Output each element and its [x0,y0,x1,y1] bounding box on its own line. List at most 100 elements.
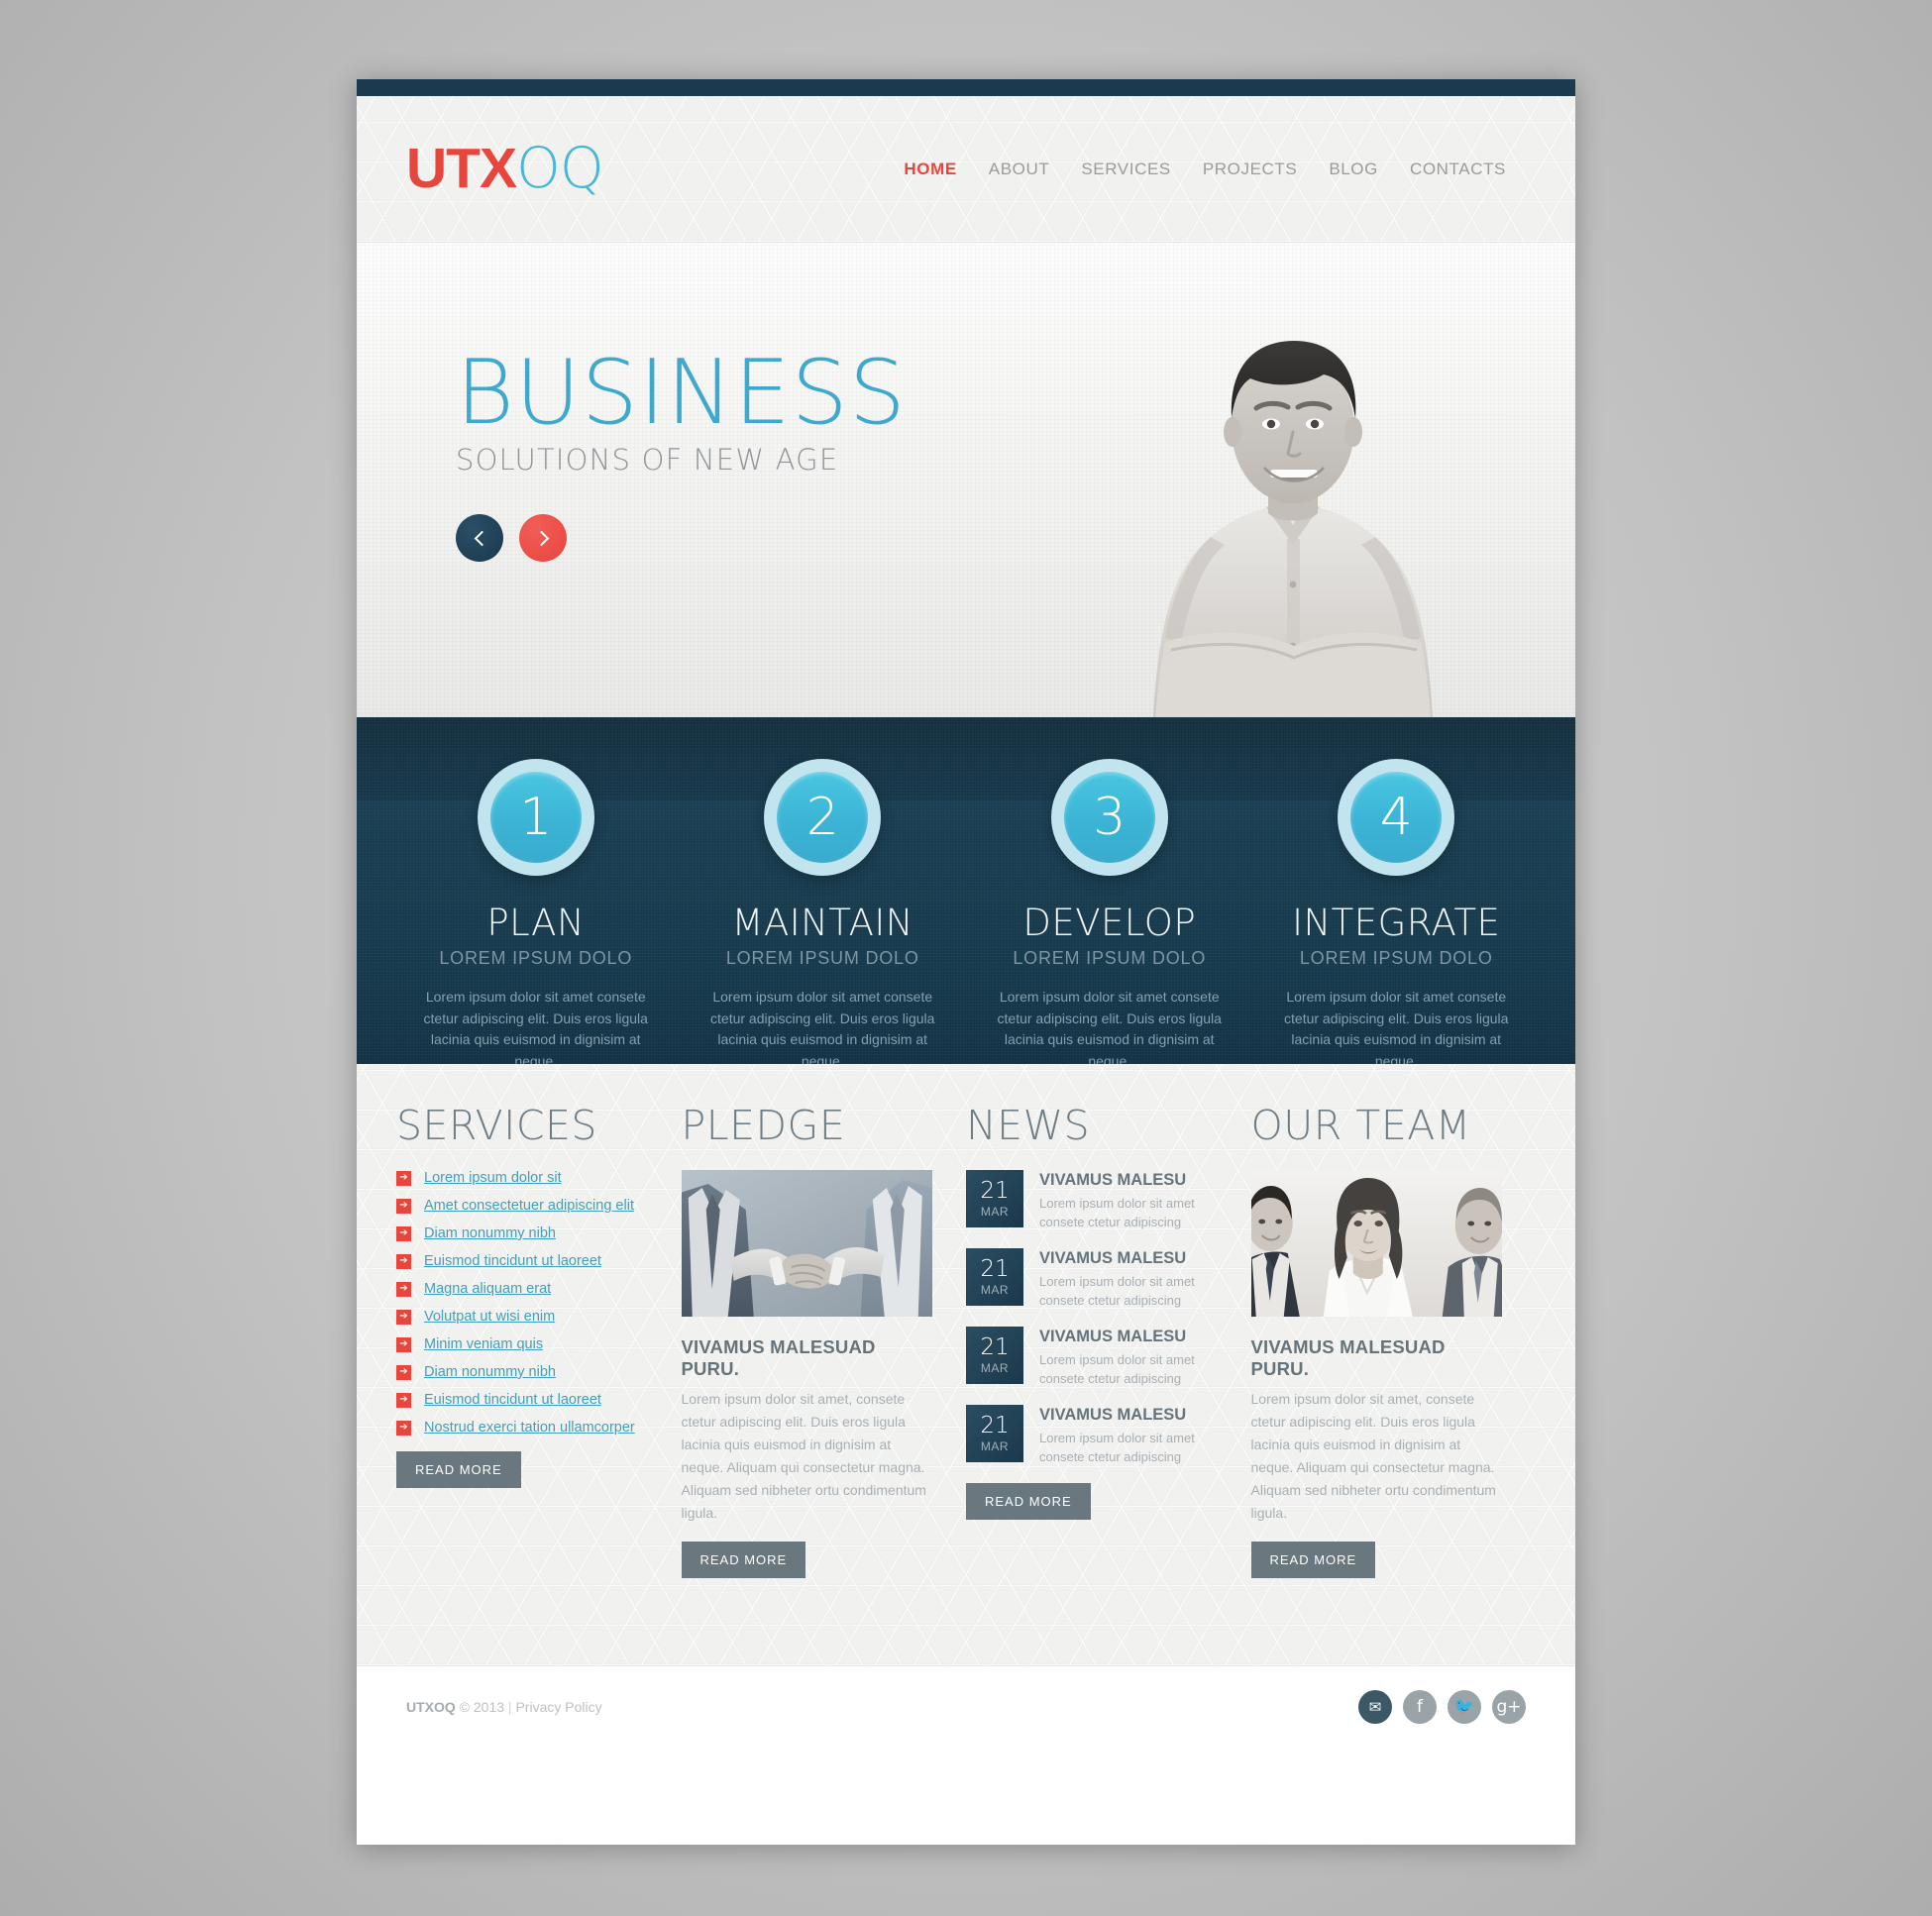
news-date-badge: 21 MAR [966,1170,1023,1227]
slider-prev-button[interactable] [456,514,503,563]
news-day: 21 [980,1255,1010,1282]
nav-item-home[interactable]: HOME [888,154,972,185]
team-text: Lorem ipsum dolor sit amet, consete ctet… [1250,1391,1496,1522]
news-headline[interactable]: VIVAMUS MALESU [1039,1249,1218,1268]
service-link[interactable]: Diam nonummy nibh [424,1364,556,1380]
services-button-row: READ MORE [396,1451,648,1488]
feature-circle-1[interactable]: 1 [477,759,594,876]
service-link[interactable]: Diam nonummy nibh [424,1225,556,1241]
privacy-policy-link[interactable]: Privacy Policy [515,1699,601,1715]
feature-circle-3[interactable]: 3 [1050,759,1168,876]
service-list-item: ➔ Minim veniam quis [396,1336,648,1352]
feature-subtitle: LOREM IPSUM DOLO [1013,948,1207,968]
nav-item-about[interactable]: ABOUT [973,154,1066,185]
news-headline[interactable]: VIVAMUS MALESU [1039,1328,1218,1346]
pledge-text: Lorem ipsum dolor sit amet, consete ctet… [681,1391,926,1522]
service-link[interactable]: Lorem ipsum dolor sit [424,1170,562,1186]
news-headline[interactable]: VIVAMUS MALESU [1039,1406,1218,1425]
feature-circle-2[interactable]: 2 [764,759,882,876]
feature-text: Lorem ipsum dolor sit amet consete ctetu… [423,989,648,1064]
news-month: MAR [980,1282,1010,1297]
team-photo [1250,1170,1502,1317]
service-list-item: ➔ Magna aliquam erat [396,1281,648,1297]
pledge-read-more-button[interactable]: READ MORE [681,1541,806,1578]
arrow-right-bullet-icon: ➔ [396,1420,411,1436]
hero-copy: BUSINESS SOLUTIONS OF NEW AGE [456,348,907,563]
feature-title: MAINTAIN [731,902,913,944]
copyright: UTXOQ © 2013 | Privacy Policy [406,1699,602,1715]
news-headline[interactable]: VIVAMUS MALESU [1039,1171,1218,1190]
top-accent-bar [357,79,1575,96]
nav-item-blog[interactable]: BLOG [1313,154,1394,185]
pledge-title: PLEDGE [681,1102,846,1149]
feature-subtitle: LOREM IPSUM DOLO [439,948,633,968]
news-item: 21 MAR VIVAMUS MALESU Lorem ipsum dolor sit… [966,1170,1218,1232]
facebook-icon[interactable]: f [1403,1689,1437,1724]
news-month: MAR [980,1205,1010,1219]
service-list-item: ➔ Amet consectetuer adipiscing elit [396,1198,648,1214]
arrow-right-bullet-icon: ➔ [396,1392,411,1408]
arrow-right-bullet-icon: ➔ [396,1364,411,1380]
team-heading: VIVAMUS MALESUAD PURU. [1250,1336,1446,1379]
nav-item-projects[interactable]: PROJECTS [1187,154,1313,185]
arrow-right-bullet-icon: ➔ [396,1170,411,1186]
pledge-heading: VIVAMUS MALESUAD PURU. [681,1336,876,1379]
nav-item-services[interactable]: SERVICES [1065,154,1186,185]
nav-item-contacts[interactable]: CONTACTS [1394,154,1522,185]
feature-title: DEVELOP [1022,902,1197,944]
feature-circle-inner: 3 [1063,772,1155,863]
service-link[interactable]: Volutpat ut wisi enim [424,1309,555,1325]
service-list-item: ➔ Diam nonummy nibh [396,1364,648,1380]
service-link[interactable]: Nostrud exerci tation ullamcorper [424,1420,635,1436]
feature-title: PLAN [486,902,586,944]
feature-number: 1 [519,788,553,847]
services-read-more-button[interactable]: READ MORE [396,1451,521,1488]
logo[interactable]: UTX OQ [406,141,604,197]
feature-text: Lorem ipsum dolor sit amet consete ctetu… [1284,989,1509,1064]
arrow-right-bullet-icon: ➔ [396,1225,411,1241]
feature-circle-inner: 1 [489,772,582,863]
feature-number: 3 [1093,788,1127,847]
service-link[interactable]: Euismod tincidunt ut laoreet [424,1253,601,1269]
news-month: MAR [980,1438,1010,1453]
copyright-brand: UTXOQ [406,1698,456,1715]
service-link[interactable]: Magna aliquam erat [424,1281,551,1297]
feature-circle-4[interactable]: 4 [1338,759,1455,876]
news-body: VIVAMUS MALESU Lorem ipsum dolor sit amet… [1039,1248,1218,1311]
service-link[interactable]: Minim veniam quis [424,1336,543,1352]
site-header: UTX OQ HOME ABOUT SERVICES PROJECTS BLOG CONTA… [357,96,1575,243]
feature-subtitle: LOREM IPSUM DOLO [1299,948,1493,968]
service-link[interactable]: Euismod tincidunt ut laoreet [424,1392,601,1408]
feature-maintain: 2 MAINTAIN LOREM IPSUM DOLO Lorem ipsum dol… [680,717,967,1064]
service-list-item: ➔ Euismod tincidunt ut laoreet [396,1253,648,1269]
google-plus-icon[interactable]: g+ [1492,1689,1526,1724]
news-title: NEWS [966,1102,1091,1149]
column-pledge: PLEDGE VIVAMUS MALESUAD PURU. Lorem ipsu… [681,1102,967,1665]
service-list-item: ➔ Nostrud exerci tation ullamcorper [396,1420,648,1436]
news-read-more-button[interactable]: READ MORE [966,1482,1091,1520]
service-list-item: ➔ Lorem ipsum dolor sit [396,1170,648,1186]
feature-title: INTEGRATE [1292,902,1501,944]
service-list-item: ➔ Euismod tincidunt ut laoreet [396,1392,648,1408]
pledge-button-row: READ MORE [681,1541,933,1578]
news-item: 21 MAR VIVAMUS MALESU Lorem ipsum dolor sit… [966,1247,1218,1311]
feature-text: Lorem ipsum dolor sit amet consete ctetu… [997,989,1222,1064]
copyright-year: © 2013 [459,1698,505,1715]
news-day: 21 [980,1178,1010,1204]
news-button-row: READ MORE [966,1482,1218,1520]
site-page: UTX OQ HOME ABOUT SERVICES PROJECTS BLOG CONTA… [357,79,1575,1845]
news-day: 21 [980,1412,1010,1438]
twitter-icon[interactable]: 🐦 [1448,1689,1481,1724]
feature-number: 4 [1379,788,1413,847]
news-body: VIVAMUS MALESU Lorem ipsum dolor sit amet… [1039,1327,1218,1389]
team-read-more-button[interactable]: READ MORE [1250,1541,1376,1578]
column-services: SERVICES ➔ Lorem ipsum dolor sit ➔ Amet con… [396,1106,682,1665]
slider-next-button[interactable] [519,514,567,563]
service-link[interactable]: Amet consectetuer adipiscing elit [424,1198,634,1214]
feature-circle-inner: 4 [1350,772,1443,863]
team-image[interactable] [1250,1170,1502,1317]
news-date-badge: 21 MAR [966,1404,1023,1462]
news-excerpt: Lorem ipsum dolor sit amet consete ctetu… [1039,1351,1195,1387]
pledge-image[interactable] [681,1170,932,1317]
email-icon[interactable]: ✉ [1358,1689,1392,1724]
